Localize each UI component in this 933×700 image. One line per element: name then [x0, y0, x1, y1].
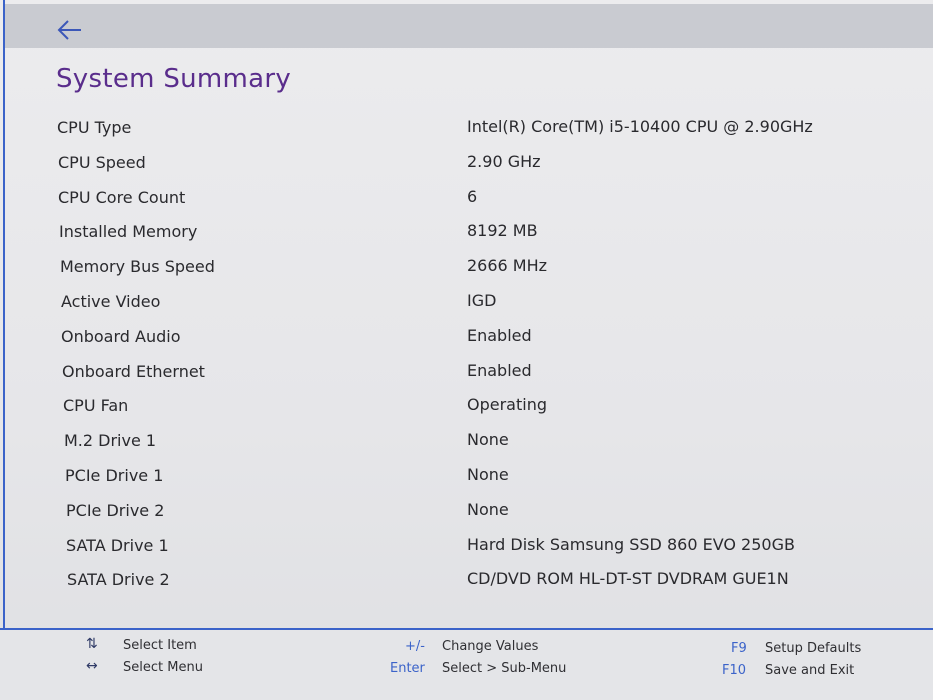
- bios-screen: System Summary CPU Type Intel(R) Core(TM…: [0, 0, 933, 700]
- row-value: 2.90 GHz: [467, 151, 541, 171]
- setup-defaults-key: F9: [731, 641, 747, 656]
- system-summary-list: CPU Type Intel(R) Core(TM) i5-10400 CPU …: [0, 110, 933, 597]
- row-active-video: Active Video IGD: [0, 284, 933, 319]
- row-label: SATA Drive 2: [67, 570, 170, 590]
- row-onboard-audio: Onboard Audio Enabled: [0, 319, 933, 354]
- row-label: CPU Type: [57, 118, 132, 137]
- arrow-left-icon: [57, 20, 81, 40]
- row-value: Enabled: [467, 360, 532, 380]
- key-help-footer: ⇅ Select Item ↔ Select Menu +/- Change V…: [0, 630, 933, 700]
- top-bar: [5, 4, 933, 48]
- save-exit-hint: Save and Exit: [765, 663, 855, 678]
- row-cpu-type: CPU Type Intel(R) Core(TM) i5-10400 CPU …: [0, 110, 933, 145]
- row-value: Enabled: [467, 325, 532, 345]
- save-exit-key: F10: [722, 663, 747, 678]
- select-menu-hint: Select Menu: [123, 660, 203, 675]
- row-memory-bus-speed: Memory Bus Speed 2666 MHz: [0, 249, 933, 284]
- row-value: 2666 MHz: [467, 256, 548, 276]
- row-value: Intel(R) Core(TM) i5-10400 CPU @ 2.90GHz: [467, 117, 813, 136]
- row-label: CPU Core Count: [58, 187, 186, 207]
- row-label: CPU Speed: [58, 152, 146, 172]
- row-value: None: [467, 430, 509, 450]
- row-sata-drive-2: SATA Drive 2 CD/DVD ROM HL-DT-ST DVDRAM …: [0, 562, 933, 597]
- submenu-key: Enter: [390, 661, 425, 676]
- row-label: Installed Memory: [59, 222, 198, 242]
- row-value: IGD: [467, 290, 497, 310]
- row-onboard-ethernet: Onboard Ethernet Enabled: [0, 354, 933, 389]
- row-pcie-drive-2: PCIe Drive 2 None: [0, 493, 933, 528]
- row-cpu-speed: CPU Speed 2.90 GHz: [0, 145, 933, 180]
- row-value: 6: [467, 186, 478, 206]
- row-value: None: [467, 464, 509, 484]
- row-value: Operating: [467, 395, 547, 415]
- row-installed-memory: Installed Memory 8192 MB: [0, 214, 933, 249]
- select-item-hint: Select Item: [123, 638, 197, 653]
- change-values-hint: Change Values: [442, 639, 539, 654]
- row-label: Active Video: [61, 291, 161, 311]
- page-title: System Summary: [56, 64, 292, 94]
- row-label: Onboard Ethernet: [62, 361, 205, 381]
- row-value: CD/DVD ROM HL-DT-ST DVDRAM GUE1N: [467, 569, 789, 589]
- row-value: None: [467, 499, 509, 519]
- row-label: Memory Bus Speed: [60, 257, 215, 277]
- row-label: PCIe Drive 2: [66, 500, 165, 520]
- row-label: PCIe Drive 1: [65, 465, 164, 485]
- row-cpu-fan: CPU Fan Operating: [0, 388, 933, 423]
- row-cpu-core-count: CPU Core Count 6: [0, 180, 933, 215]
- row-label: Onboard Audio: [61, 326, 181, 346]
- left-right-arrows-icon: ↔: [86, 658, 98, 674]
- row-m2-drive-1: M.2 Drive 1 None: [0, 423, 933, 458]
- change-values-key: +/-: [405, 639, 425, 654]
- row-value: Hard Disk Samsung SSD 860 EVO 250GB: [467, 534, 795, 554]
- row-pcie-drive-1: PCIe Drive 1 None: [0, 458, 933, 493]
- row-label: CPU Fan: [63, 396, 129, 416]
- row-value: 8192 MB: [467, 221, 538, 241]
- submenu-hint: Select > Sub-Menu: [442, 661, 567, 676]
- back-button[interactable]: [53, 13, 87, 47]
- row-sata-drive-1: SATA Drive 1 Hard Disk Samsung SSD 860 E…: [0, 528, 933, 563]
- up-down-arrows-icon: ⇅: [86, 636, 98, 652]
- row-label: SATA Drive 1: [66, 535, 169, 555]
- setup-defaults-hint: Setup Defaults: [765, 641, 862, 656]
- row-label: M.2 Drive 1: [64, 431, 157, 451]
